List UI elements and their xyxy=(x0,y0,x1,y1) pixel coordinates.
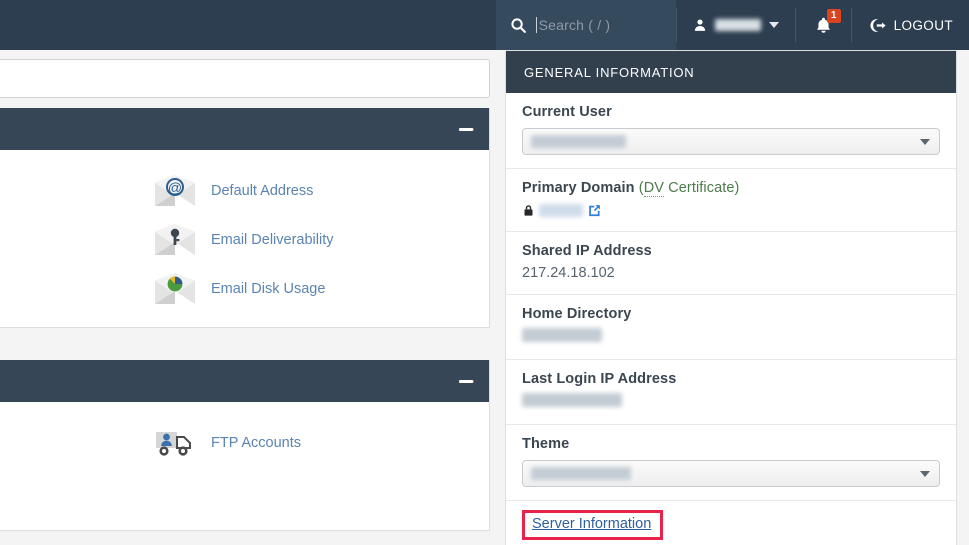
envelope-key-icon xyxy=(153,223,197,256)
theme-value-redacted xyxy=(531,467,631,480)
theme-select[interactable] xyxy=(522,460,940,487)
envelope-piechart-icon xyxy=(153,272,197,305)
primary-domain-label: Primary Domain (DV Certificate) xyxy=(522,180,940,197)
user-icon xyxy=(694,19,705,31)
user-menu[interactable] xyxy=(677,0,795,50)
list-item[interactable]: sage xyxy=(0,418,135,467)
server-information-link[interactable]: Server Information xyxy=(532,516,651,532)
search-icon xyxy=(511,17,526,33)
search-text-cursor xyxy=(535,17,537,33)
list-item-label[interactable]: Email Deliverability xyxy=(211,232,333,248)
username-redacted xyxy=(714,19,761,31)
top-navigation-bar: Search ( / ) 1 LOGOUT xyxy=(0,0,969,50)
list-item-label[interactable]: Default Address xyxy=(211,183,313,199)
list-item[interactable]: apper xyxy=(0,264,135,313)
primary-domain-text: Primary Domain xyxy=(522,180,635,196)
home-directory-value xyxy=(522,328,940,346)
files-panel: sage xyxy=(0,360,490,531)
current-user-label: Current User xyxy=(522,104,612,120)
list-item[interactable]: Email Deliverability xyxy=(135,215,489,264)
minimize-icon[interactable] xyxy=(459,127,473,131)
chevron-down-icon xyxy=(920,470,930,477)
main-content-left: esponders @ xyxy=(0,50,500,545)
list-item[interactable]: esponders xyxy=(0,166,135,215)
dv-certificate-label[interactable]: (DV Certificate) xyxy=(639,180,740,197)
general-information-panel: GENERAL INFORMATION Current User Primary… xyxy=(505,50,957,545)
email-panel-header[interactable] xyxy=(0,108,489,150)
notification-badge: 1 xyxy=(826,9,841,23)
envelope-at-icon: @ xyxy=(153,174,197,207)
theme-label: Theme xyxy=(522,436,570,452)
external-link-icon[interactable] xyxy=(587,203,602,218)
files-panel-header[interactable] xyxy=(0,360,489,402)
email-panel-body: esponders @ xyxy=(0,150,489,327)
cpanel-screen: Search ( / ) 1 LOGOUT @ Default Address … xyxy=(0,0,969,545)
chevron-down-icon xyxy=(920,138,930,145)
domain-name-redacted xyxy=(539,204,583,217)
primary-domain-row: Primary Domain (DV Certificate) xyxy=(506,169,956,232)
list-item-label[interactable]: FTP Accounts xyxy=(211,435,301,451)
list-item[interactable]: Filters xyxy=(0,215,135,264)
dv-abbr[interactable]: DV xyxy=(643,180,665,197)
last-login-ip-redacted xyxy=(522,393,622,407)
email-panel: esponders @ xyxy=(0,108,490,328)
shared-ip-row: Shared IP Address 217.24.18.102 xyxy=(506,232,956,295)
list-item[interactable]: @ Default Address xyxy=(135,166,489,215)
email-items-grid: esponders @ xyxy=(0,166,489,313)
search-placeholder: Search ( / ) xyxy=(538,17,611,33)
lock-icon xyxy=(524,205,533,216)
shared-ip-value: 217.24.18.102 xyxy=(522,265,615,281)
home-directory-row: Home Directory xyxy=(506,295,956,360)
current-user-row: Current User xyxy=(506,93,956,169)
home-directory-label: Home Directory xyxy=(522,306,632,322)
list-item[interactable]: FTP Accounts xyxy=(135,418,489,467)
list-item[interactable]: ersion Control xyxy=(0,467,135,516)
notifications-button[interactable]: 1 xyxy=(796,0,851,50)
ftp-truck-icon xyxy=(153,426,197,459)
files-items-grid: sage xyxy=(0,418,489,516)
minimize-icon[interactable] xyxy=(459,379,473,383)
last-login-ip-value xyxy=(522,393,940,411)
list-item-label[interactable]: Email Disk Usage xyxy=(211,281,325,297)
logout-icon xyxy=(870,18,886,32)
server-information-row: Server Information xyxy=(506,501,956,545)
sidebar-right: GENERAL INFORMATION Current User Primary… xyxy=(505,50,969,545)
primary-domain-value xyxy=(522,203,940,218)
current-user-value-redacted xyxy=(531,135,626,148)
chevron-down-icon xyxy=(768,22,779,28)
last-login-ip-row: Last Login IP Address xyxy=(506,360,956,425)
current-user-select[interactable] xyxy=(522,128,940,155)
logout-label: LOGOUT xyxy=(893,17,953,33)
list-item[interactable]: Email Disk Usage xyxy=(135,264,489,313)
search-input[interactable]: Search ( / ) xyxy=(495,0,676,50)
last-login-ip-label: Last Login IP Address xyxy=(522,371,677,387)
shared-ip-label: Shared IP Address xyxy=(522,243,652,259)
general-information-header: GENERAL INFORMATION xyxy=(506,51,956,93)
svg-text:@: @ xyxy=(168,180,182,196)
logout-button[interactable]: LOGOUT xyxy=(852,0,969,50)
theme-row: Theme xyxy=(506,425,956,501)
server-information-highlight: Server Information xyxy=(522,510,664,540)
home-directory-redacted xyxy=(522,328,602,342)
files-panel-body: sage xyxy=(0,402,489,530)
page-search-input[interactable] xyxy=(0,59,490,98)
